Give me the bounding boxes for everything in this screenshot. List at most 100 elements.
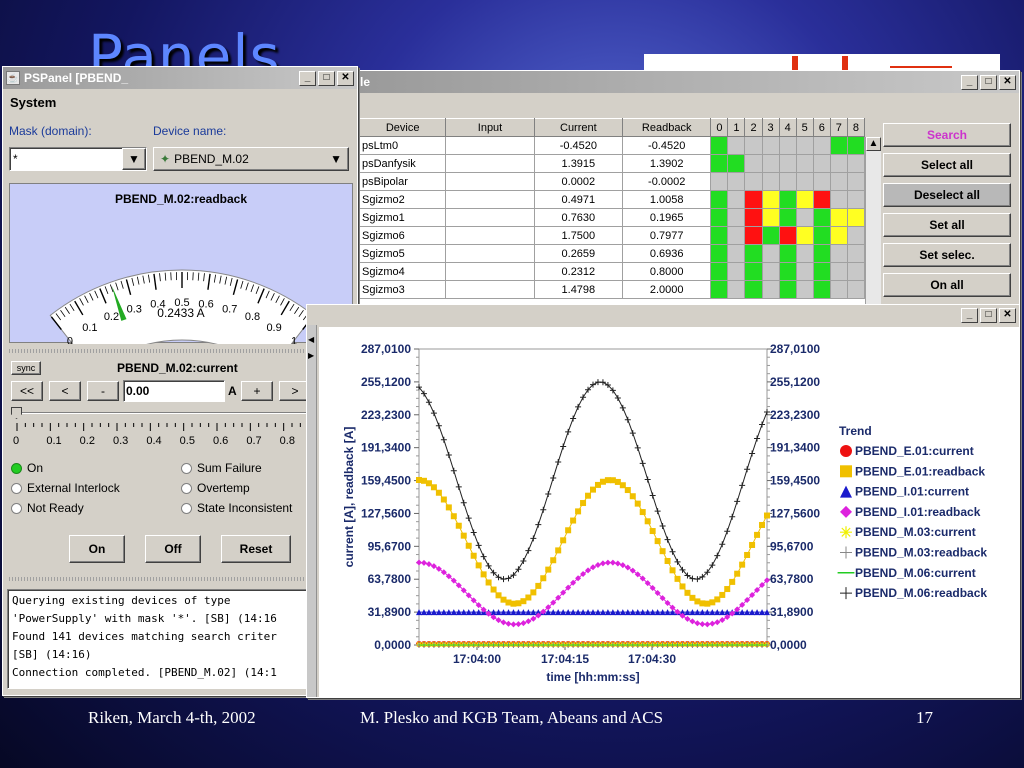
table-row[interactable]: psDanfysik 1.3915 1.3902 bbox=[359, 154, 865, 173]
y-axis-label: current [A], readback [A] bbox=[342, 427, 356, 568]
status-bit-cell bbox=[727, 208, 746, 227]
cell-input[interactable] bbox=[445, 154, 535, 173]
on-all-button[interactable]: On all bbox=[883, 273, 1011, 297]
setpoint-slider-track[interactable] bbox=[11, 407, 351, 419]
bit-column-header[interactable]: 0 bbox=[710, 118, 729, 137]
data-point-marker bbox=[545, 566, 552, 573]
status-bit-cell bbox=[761, 208, 780, 227]
minimize-button[interactable]: _ bbox=[299, 70, 316, 86]
column-header[interactable]: Input bbox=[445, 118, 535, 137]
status-bit-cell bbox=[846, 136, 865, 155]
data-point-marker bbox=[490, 586, 497, 593]
decrement-button[interactable]: - bbox=[87, 381, 119, 401]
column-header[interactable]: Readback bbox=[622, 118, 712, 137]
maximize-button[interactable]: □ bbox=[980, 74, 997, 90]
increment-button[interactable]: + bbox=[241, 381, 273, 401]
off-button[interactable]: Off bbox=[145, 535, 201, 563]
cell-input[interactable] bbox=[445, 226, 535, 245]
device-combo[interactable]: ✦ PBEND_M.02 ▼ bbox=[153, 147, 349, 171]
menu-system[interactable]: System bbox=[10, 95, 56, 110]
cell-input[interactable] bbox=[445, 280, 535, 299]
slider-thumb[interactable] bbox=[11, 407, 22, 419]
chart-side-strip: ◀ ▶ bbox=[307, 325, 317, 697]
step-back-button[interactable]: < bbox=[49, 381, 81, 401]
status-bit-cell bbox=[744, 262, 763, 281]
series-PBEND_I.01:current bbox=[416, 609, 770, 616]
close-button[interactable]: ✕ bbox=[337, 70, 354, 86]
cell-input[interactable] bbox=[445, 190, 535, 209]
minimize-button[interactable]: _ bbox=[961, 74, 978, 90]
set-selec-button[interactable]: Set selec. bbox=[883, 243, 1011, 267]
bit-column-header[interactable]: 2 bbox=[744, 118, 763, 137]
setpoint-input[interactable]: 0.00 bbox=[123, 380, 225, 402]
y-tick-label-left: 63,7800 bbox=[368, 572, 412, 586]
table-row[interactable]: Sgizmo4 0.2312 0.8000 bbox=[359, 262, 865, 281]
device-table-window: le _ □ ✕ Device Input Current Readback 0 1 2 3 4… bbox=[356, 70, 1020, 310]
close-button[interactable]: ✕ bbox=[999, 74, 1016, 90]
cell-input[interactable] bbox=[445, 136, 535, 155]
search-button[interactable]: Search bbox=[883, 123, 1011, 147]
expand-arrow-icon[interactable]: ▶ bbox=[308, 351, 314, 360]
bit-column-header[interactable]: 1 bbox=[727, 118, 746, 137]
close-button[interactable]: ✕ bbox=[999, 307, 1016, 323]
select-all-button[interactable]: Select all bbox=[883, 153, 1011, 177]
maximize-button[interactable]: □ bbox=[980, 307, 997, 323]
legend-label: PBEND_M.03:current bbox=[855, 525, 976, 539]
maximize-button[interactable]: □ bbox=[318, 70, 335, 86]
table-row[interactable]: psLtm0 -0.4520 -0.4520 bbox=[359, 136, 865, 155]
status-state-inconsistent: State Inconsistent bbox=[181, 501, 292, 515]
deselect-all-button[interactable]: Deselect all bbox=[883, 183, 1011, 207]
status-bit-cell bbox=[710, 172, 729, 191]
footer-left: Riken, March 4-th, 2002 bbox=[88, 708, 256, 727]
bit-column-header[interactable]: 4 bbox=[778, 118, 797, 137]
data-point-marker bbox=[440, 496, 447, 503]
x-tick-label: 17:04:15 bbox=[541, 652, 589, 666]
status-label: Sum Failure bbox=[197, 461, 262, 475]
table-row[interactable]: Sgizmo3 1.4798 2.0000 bbox=[359, 280, 865, 299]
cell-input[interactable] bbox=[445, 244, 535, 263]
cell-input[interactable] bbox=[445, 172, 535, 191]
data-point-marker bbox=[555, 547, 562, 554]
column-header[interactable]: Current bbox=[533, 118, 624, 137]
bit-column-header[interactable]: 7 bbox=[829, 118, 848, 137]
scroll-up-arrow-icon[interactable]: ▲ bbox=[866, 137, 881, 151]
bit-column-header[interactable]: 8 bbox=[846, 118, 865, 137]
pspanel-title: PSPanel [PBEND_ bbox=[24, 71, 129, 85]
status-bit-cell bbox=[829, 136, 848, 155]
y-tick-label-left: 127,5600 bbox=[361, 506, 411, 520]
device-icon: ✦ bbox=[160, 152, 171, 166]
status-on: On bbox=[11, 461, 43, 475]
cell-input[interactable] bbox=[445, 262, 535, 281]
set-all-button[interactable]: Set all bbox=[883, 213, 1011, 237]
data-point-marker bbox=[445, 504, 452, 511]
mask-combo[interactable]: * ▼ bbox=[9, 147, 147, 171]
step-fast-back-button[interactable]: << bbox=[11, 381, 43, 401]
cell-readback: 0.8000 bbox=[622, 262, 712, 281]
bit-column-header[interactable]: 6 bbox=[812, 118, 831, 137]
device-table-viewport: Device Input Current Readback 0 1 2 3 4 5 6 7 8 psLt… bbox=[359, 118, 865, 308]
table-window-title: le bbox=[360, 75, 371, 89]
sync-button[interactable]: sync bbox=[11, 361, 41, 375]
reset-button[interactable]: Reset bbox=[221, 535, 291, 563]
y-tick-label-right: 31,8900 bbox=[770, 605, 814, 619]
table-scrollbar[interactable]: ▲ bbox=[865, 137, 881, 309]
on-button[interactable]: On bbox=[69, 535, 125, 563]
mask-dropdown-button[interactable]: ▼ bbox=[122, 148, 146, 170]
table-row[interactable]: Sgizmo2 0.4971 1.0058 bbox=[359, 190, 865, 209]
cell-device: Sgizmo4 bbox=[359, 262, 447, 281]
bit-column-header[interactable]: 3 bbox=[761, 118, 780, 137]
table-row[interactable]: psBipolar 0.0002 -0.0002 bbox=[359, 172, 865, 191]
status-bit-cell bbox=[744, 280, 763, 299]
column-header[interactable]: Device bbox=[359, 118, 447, 137]
table-row[interactable]: Sgizmo6 1.7500 0.7977 bbox=[359, 226, 865, 245]
table-row[interactable]: Sgizmo1 0.7630 0.1965 bbox=[359, 208, 865, 227]
log-console[interactable]: Querying existing devices of type 'PowerS… bbox=[7, 589, 351, 689]
data-point-marker bbox=[729, 578, 736, 585]
table-row[interactable]: Sgizmo5 0.2659 0.6936 bbox=[359, 244, 865, 263]
bit-column-header[interactable]: 5 bbox=[795, 118, 814, 137]
collapse-arrow-icon[interactable]: ◀ bbox=[308, 335, 314, 344]
minimize-button[interactable]: _ bbox=[961, 307, 978, 323]
cell-input[interactable] bbox=[445, 208, 535, 227]
status-bit-cell bbox=[778, 280, 797, 299]
status-bit-cell bbox=[744, 136, 763, 155]
